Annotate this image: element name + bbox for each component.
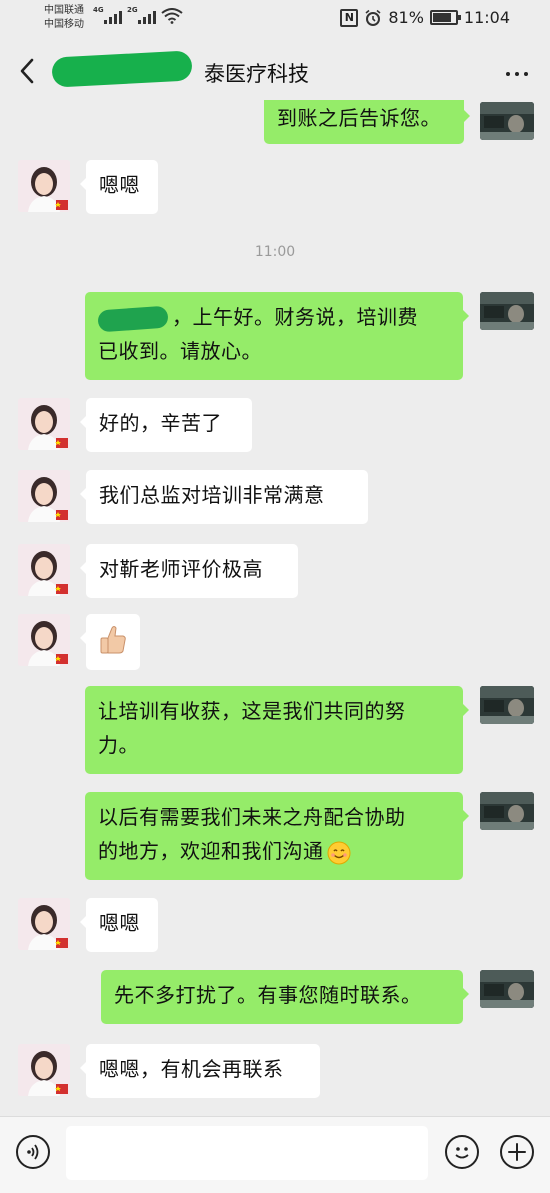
timestamp: 11:00: [254, 244, 296, 260]
carrier-1: 中国联通: [44, 5, 84, 16]
message-list: 到账之后告诉您。 嗯嗯 11:00 ，上午好。财务说，培训费 已收到。请放心。 …: [0, 100, 550, 1116]
avatar: [480, 292, 534, 330]
avatar-image: [480, 970, 534, 1008]
plus-sign-icon: [508, 1143, 526, 1161]
signal-icon: [104, 10, 122, 24]
message-bubble[interactable]: [80, 614, 140, 670]
avatar-image: [18, 398, 70, 450]
carrier-labels: 中国联通 中国移动: [44, 4, 84, 32]
nfc-icon: N: [340, 8, 359, 27]
avatar-image: [18, 614, 70, 666]
avatar: [18, 544, 70, 596]
avatar: [480, 102, 534, 140]
redaction-mark: [97, 305, 169, 332]
battery-icon: [429, 10, 461, 25]
chat-header: 泰医疗科技: [0, 38, 550, 100]
network-type-2: 2G: [127, 6, 138, 14]
avatar: [480, 792, 534, 830]
avatar-image: [480, 102, 534, 140]
avatar-image: [18, 470, 70, 522]
voice-icon[interactable]: [16, 1135, 50, 1169]
avatar: [18, 160, 70, 212]
clock: 11:04: [463, 8, 510, 27]
avatar: [18, 614, 70, 666]
message-bubble[interactable]: 先不多打扰了。有事您随时联系。: [101, 970, 469, 1024]
message-input[interactable]: [66, 1126, 428, 1180]
avatar: [18, 470, 70, 522]
avatar-image: [18, 1044, 70, 1096]
wifi-icon: [161, 8, 183, 24]
ellipsis-icon[interactable]: [506, 72, 528, 76]
plus-icon[interactable]: [500, 1135, 534, 1169]
emoji-icon[interactable]: [445, 1135, 479, 1169]
avatar: [18, 398, 70, 450]
avatar-image: [18, 160, 70, 212]
message-bubble[interactable]: 好的，辛苦了: [80, 398, 252, 452]
network-type-1: 4G: [93, 6, 104, 14]
message-bubble[interactable]: ，上午好。财务说，培训费 已收到。请放心。: [85, 292, 469, 380]
carrier-2: 中国移动: [44, 19, 84, 30]
voice-wave-icon: [27, 1144, 39, 1160]
message-bubble[interactable]: 以后有需要我们未来之舟配合协助 的地方，欢迎和我们沟通: [85, 792, 469, 880]
avatar-image: [18, 898, 70, 950]
input-bar: [0, 1116, 550, 1193]
message-bubble[interactable]: 让培训有收获，这是我们共同的努 力。: [85, 686, 469, 774]
status-right: N 81% 11:04: [340, 8, 510, 27]
chevron-left-icon[interactable]: [16, 56, 40, 86]
battery-percent: 81%: [388, 8, 424, 27]
smile-emoji-icon: [327, 841, 350, 864]
message-bubble[interactable]: 嗯嗯: [80, 898, 158, 952]
avatar-image: [18, 544, 70, 596]
message-bubble[interactable]: 到账之后告诉您。: [264, 100, 470, 144]
avatar-image: [480, 792, 534, 830]
avatar-image: [480, 686, 534, 724]
avatar: [18, 898, 70, 950]
avatar-image: [480, 292, 534, 330]
avatar: [480, 686, 534, 724]
smile-face-icon: [455, 1147, 469, 1159]
avatar: [480, 970, 534, 1008]
message-bubble[interactable]: 嗯嗯: [80, 160, 158, 214]
message-bubble[interactable]: 对靳老师评价极高: [80, 544, 298, 598]
message-bubble[interactable]: 我们总监对培训非常满意: [80, 470, 368, 524]
avatar: [18, 1044, 70, 1096]
thumbs-up-icon: [100, 626, 126, 654]
signal-icon-2: [138, 10, 156, 24]
alarm-icon: [365, 9, 381, 26]
message-bubble[interactable]: 嗯嗯，有机会再联系: [80, 1044, 320, 1098]
status-bar: 中国联通 中国移动 4G 2G N 81% 11:04: [0, 0, 550, 38]
